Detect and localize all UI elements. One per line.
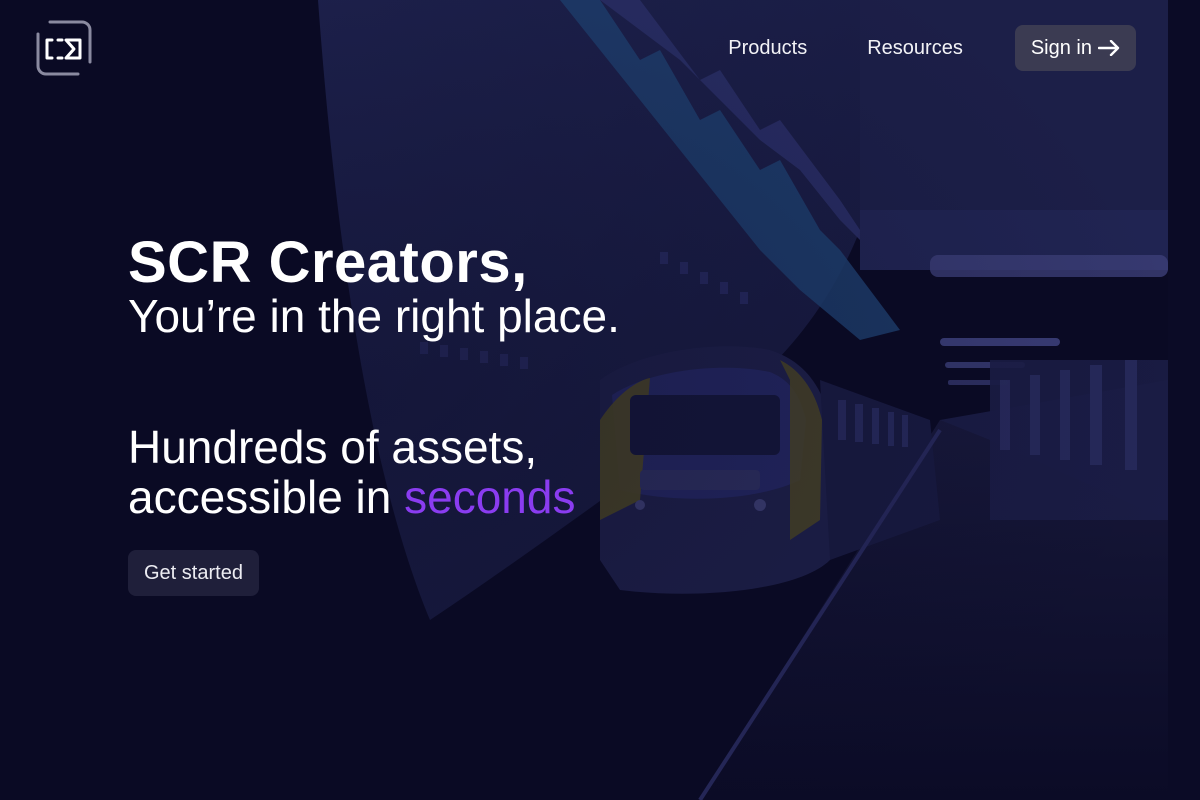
camera-frame-logo-icon[interactable] bbox=[36, 20, 92, 76]
nav-link-products[interactable]: Products bbox=[728, 25, 807, 71]
get-started-button[interactable]: Get started bbox=[128, 550, 259, 596]
arrow-right-icon bbox=[1098, 40, 1120, 56]
hero-sub-line-1: Hundreds of assets, bbox=[128, 421, 538, 473]
hero-sub-line-2-prefix: accessible in bbox=[128, 471, 405, 523]
hero-subheading: Hundreds of assets, accessible in second… bbox=[128, 422, 620, 522]
hero-tagline: You’re in the right place. bbox=[128, 290, 620, 342]
sign-in-label: Sign in bbox=[1030, 36, 1092, 59]
top-nav: Products Resources Sign in bbox=[728, 25, 1136, 71]
hero-section: SCR Creators, You’re in the right place.… bbox=[128, 230, 620, 596]
hero-accent-word: seconds bbox=[404, 471, 576, 523]
right-edge-strip bbox=[1168, 0, 1200, 800]
sign-in-button[interactable]: Sign in bbox=[1014, 25, 1136, 71]
landing-page: Products Resources Sign in SCR Creators,… bbox=[0, 0, 1200, 800]
hero-headline: SCR Creators, bbox=[128, 230, 528, 295]
nav-link-resources[interactable]: Resources bbox=[867, 25, 963, 71]
